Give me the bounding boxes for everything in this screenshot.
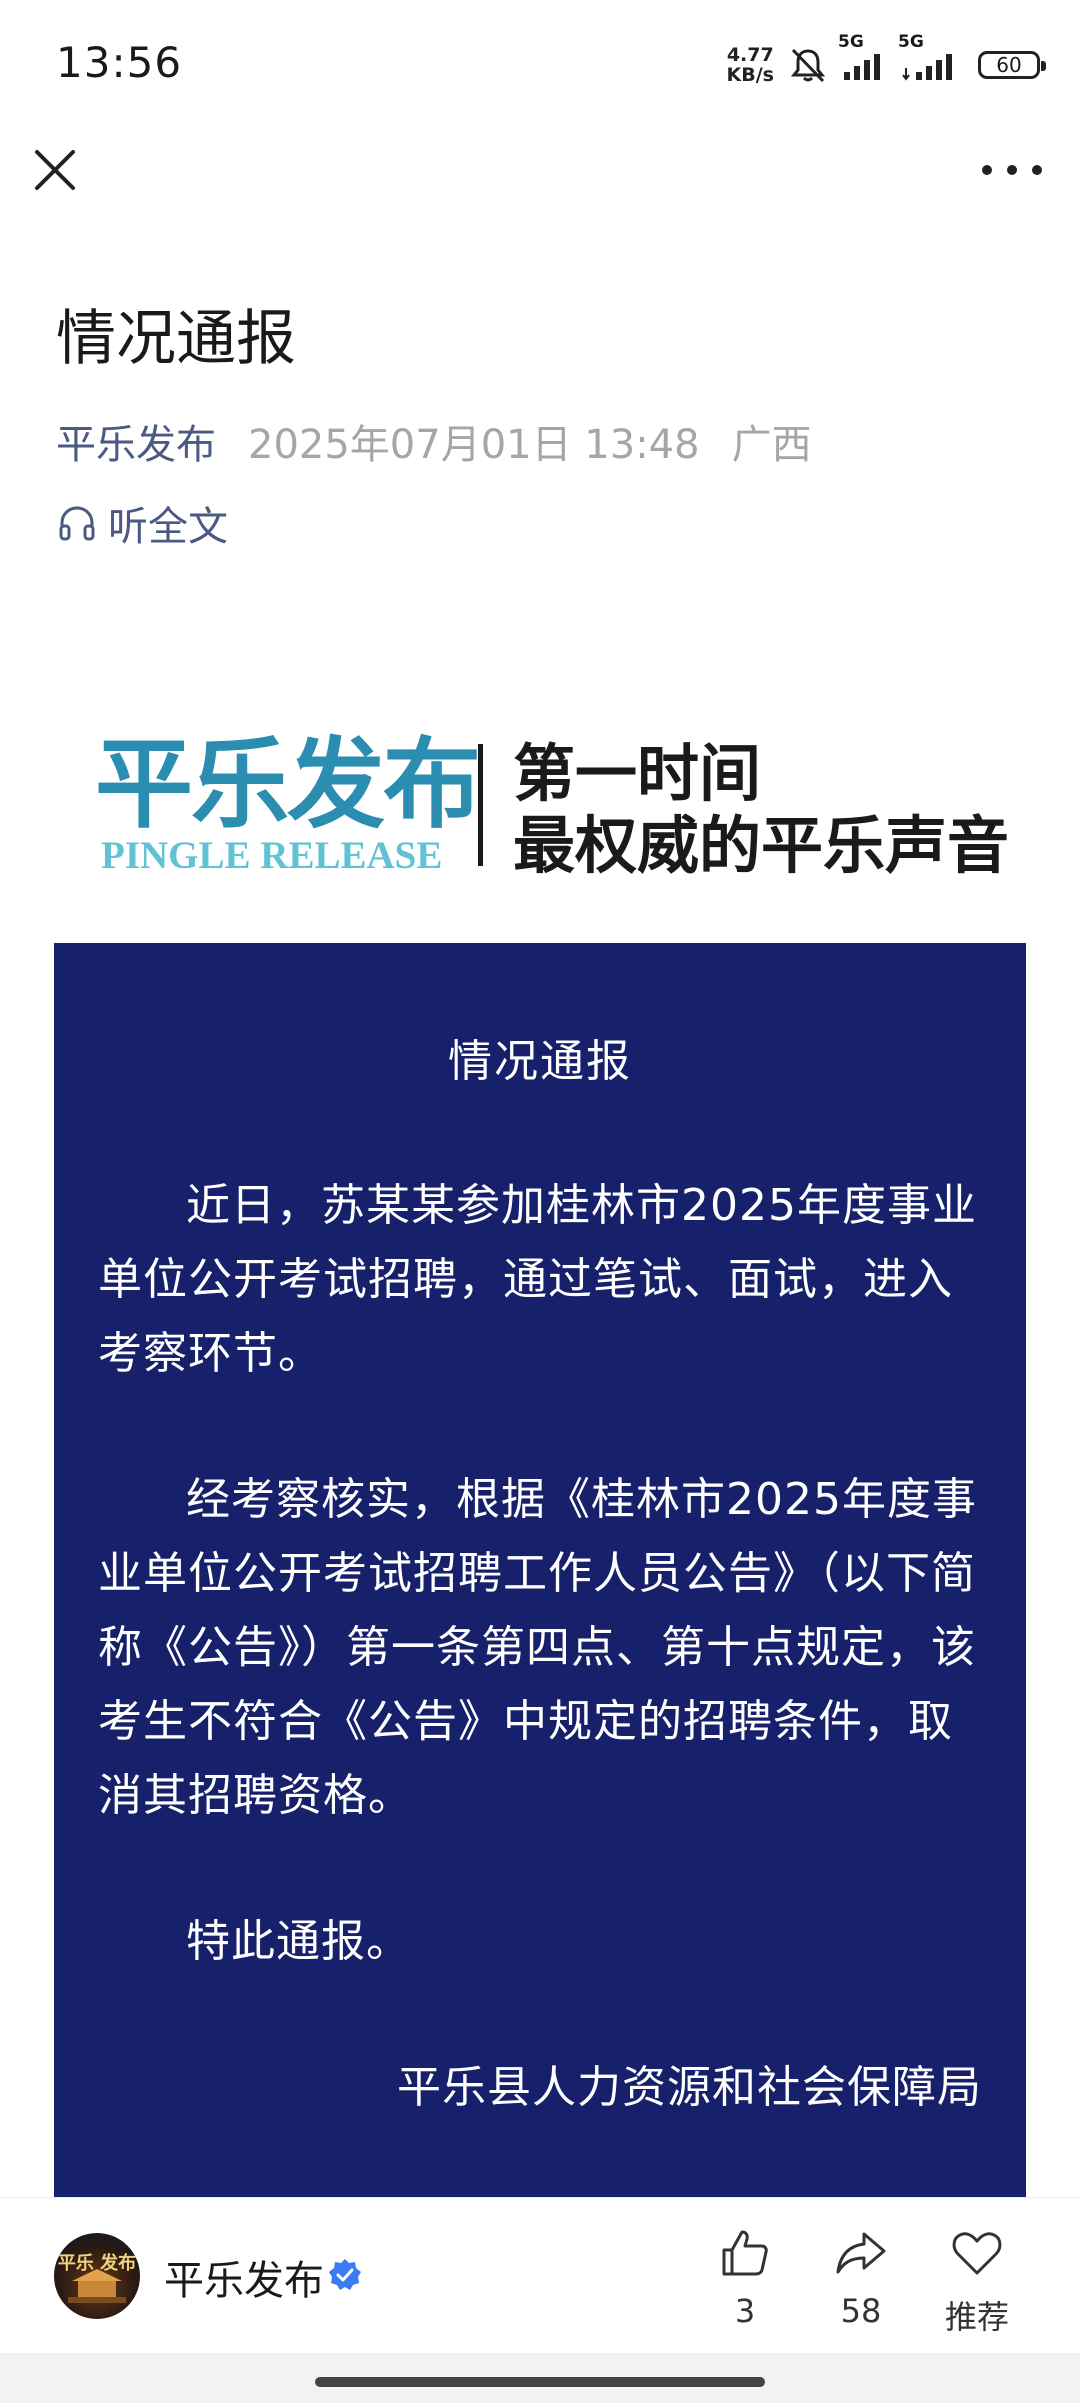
bottom-action-bar: 平乐 发布 平乐发布 3 58 推荐 — [0, 2197, 1080, 2354]
banner-name-en: PINGLE RELEASE — [101, 834, 443, 877]
like-count: 3 — [734, 2292, 756, 2330]
verified-badge-icon — [329, 2259, 361, 2290]
more-dot — [982, 165, 992, 175]
notice-signature: 平乐县人力资源和社会保障局 — [397, 2062, 982, 2113]
banner-slogan-line2: 最权威的平乐声音 — [513, 809, 1010, 882]
account-avatar[interactable]: 平乐 发布 — [54, 2233, 140, 2319]
notice-paragraph-3: 特此通报。 — [186, 1916, 411, 1967]
share-arrow-icon — [836, 2232, 886, 2274]
banner-slogan-line1: 第一时间 — [513, 737, 762, 810]
signal-sim1-icon: 5G — [838, 32, 888, 82]
network-speed: 4.77 KB/s — [727, 45, 774, 85]
close-icon — [35, 150, 75, 190]
recommend-label: 推荐 — [944, 2298, 1009, 2336]
thumbs-up-icon — [722, 2230, 768, 2276]
pagoda-icon — [68, 2269, 126, 2303]
close-button[interactable] — [30, 145, 80, 195]
signal-sim2-icon: 5G — [898, 32, 964, 82]
headphones-icon — [59, 506, 95, 541]
share-button[interactable]: 58 — [806, 2226, 916, 2330]
notice-paragraph-2: 经考察核实，根据《桂林市2025年度事业单位公开考试招聘工作人员公告》（以下简称… — [98, 1474, 977, 1821]
battery-icon: 60 — [978, 51, 1046, 79]
banner-name-cn: 平乐发布 — [95, 727, 481, 842]
article-title: 情况通报 — [56, 304, 296, 374]
status-icons: 4.77 KB/s 5G 5G 60 — [727, 32, 1046, 90]
system-nav-bar — [0, 2353, 1080, 2403]
like-button[interactable]: 3 — [690, 2226, 800, 2330]
home-indicator[interactable] — [315, 2377, 765, 2387]
status-time: 13:56 — [56, 38, 183, 87]
notice-paragraph-1: 近日，苏某某参加桂林市2025年度事业单位公开考试招聘，通过笔试、面试，进入考察… — [98, 1180, 977, 1379]
notice-title: 情况通报 — [448, 1036, 632, 1087]
recommend-button[interactable]: 推荐 — [922, 2226, 1032, 2338]
banner-slogan: 第一时间 最权威的平乐声音 — [513, 738, 1009, 882]
more-dot — [1032, 165, 1042, 175]
bell-muted-icon — [790, 48, 826, 83]
more-dot — [1007, 165, 1017, 175]
article-datetime: 2025年07月01日 13:48 — [248, 422, 700, 468]
article-region: 广西 — [731, 422, 812, 468]
network-speed-unit: KB/s — [726, 64, 774, 86]
heart-icon — [952, 2232, 1002, 2275]
listen-full-text-button[interactable]: 听全文 — [56, 494, 228, 552]
article-source-link[interactable]: 平乐发布 — [56, 412, 216, 470]
listen-label: 听全文 — [108, 504, 228, 550]
more-options-button[interactable] — [982, 150, 1042, 190]
battery-level: 60 — [996, 53, 1022, 77]
status-bar: 13:56 4.77 KB/s 5G 5G 60 — [0, 0, 1080, 130]
network-speed-value: 4.77 — [726, 44, 774, 66]
share-count: 58 — [840, 2292, 882, 2330]
article-meta: 平乐发布 2025年07月01日 13:48 广西 — [56, 412, 812, 470]
pingle-release-banner: 平乐发布 PINGLE RELEASE 第一时间 最权威的平乐声音 — [95, 727, 1025, 882]
banner-divider — [478, 744, 483, 866]
account-name[interactable]: 平乐发布 — [164, 2248, 324, 2306]
notice-image: 情况通报 近日，苏某某参加桂林市2025年度事业单位公开考试招聘，通过笔试、面试… — [54, 943, 1026, 2203]
